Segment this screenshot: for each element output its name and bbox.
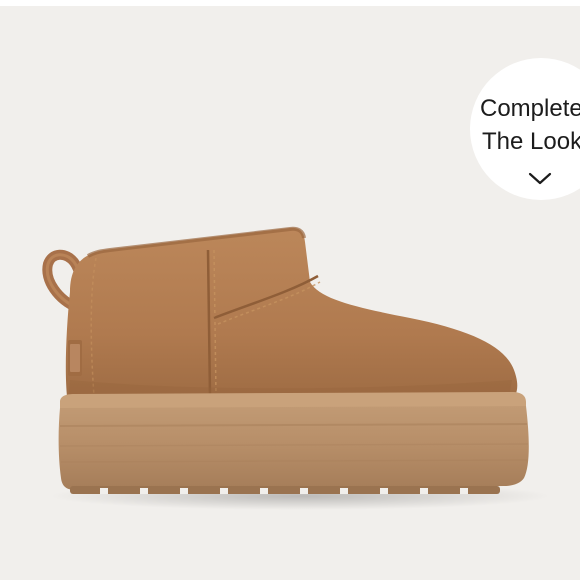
complete-the-look-line1: Complete: [480, 95, 580, 122]
tread: [70, 486, 500, 494]
product-image-stage: Complete The Look: [0, 0, 580, 580]
boot-upper: [65, 227, 518, 404]
platform-sole: [58, 406, 529, 490]
complete-the-look-line2: The Look: [482, 128, 580, 155]
complete-the-look-label: Complete The Look: [480, 92, 580, 158]
chevron-down-icon[interactable]: [528, 172, 552, 186]
